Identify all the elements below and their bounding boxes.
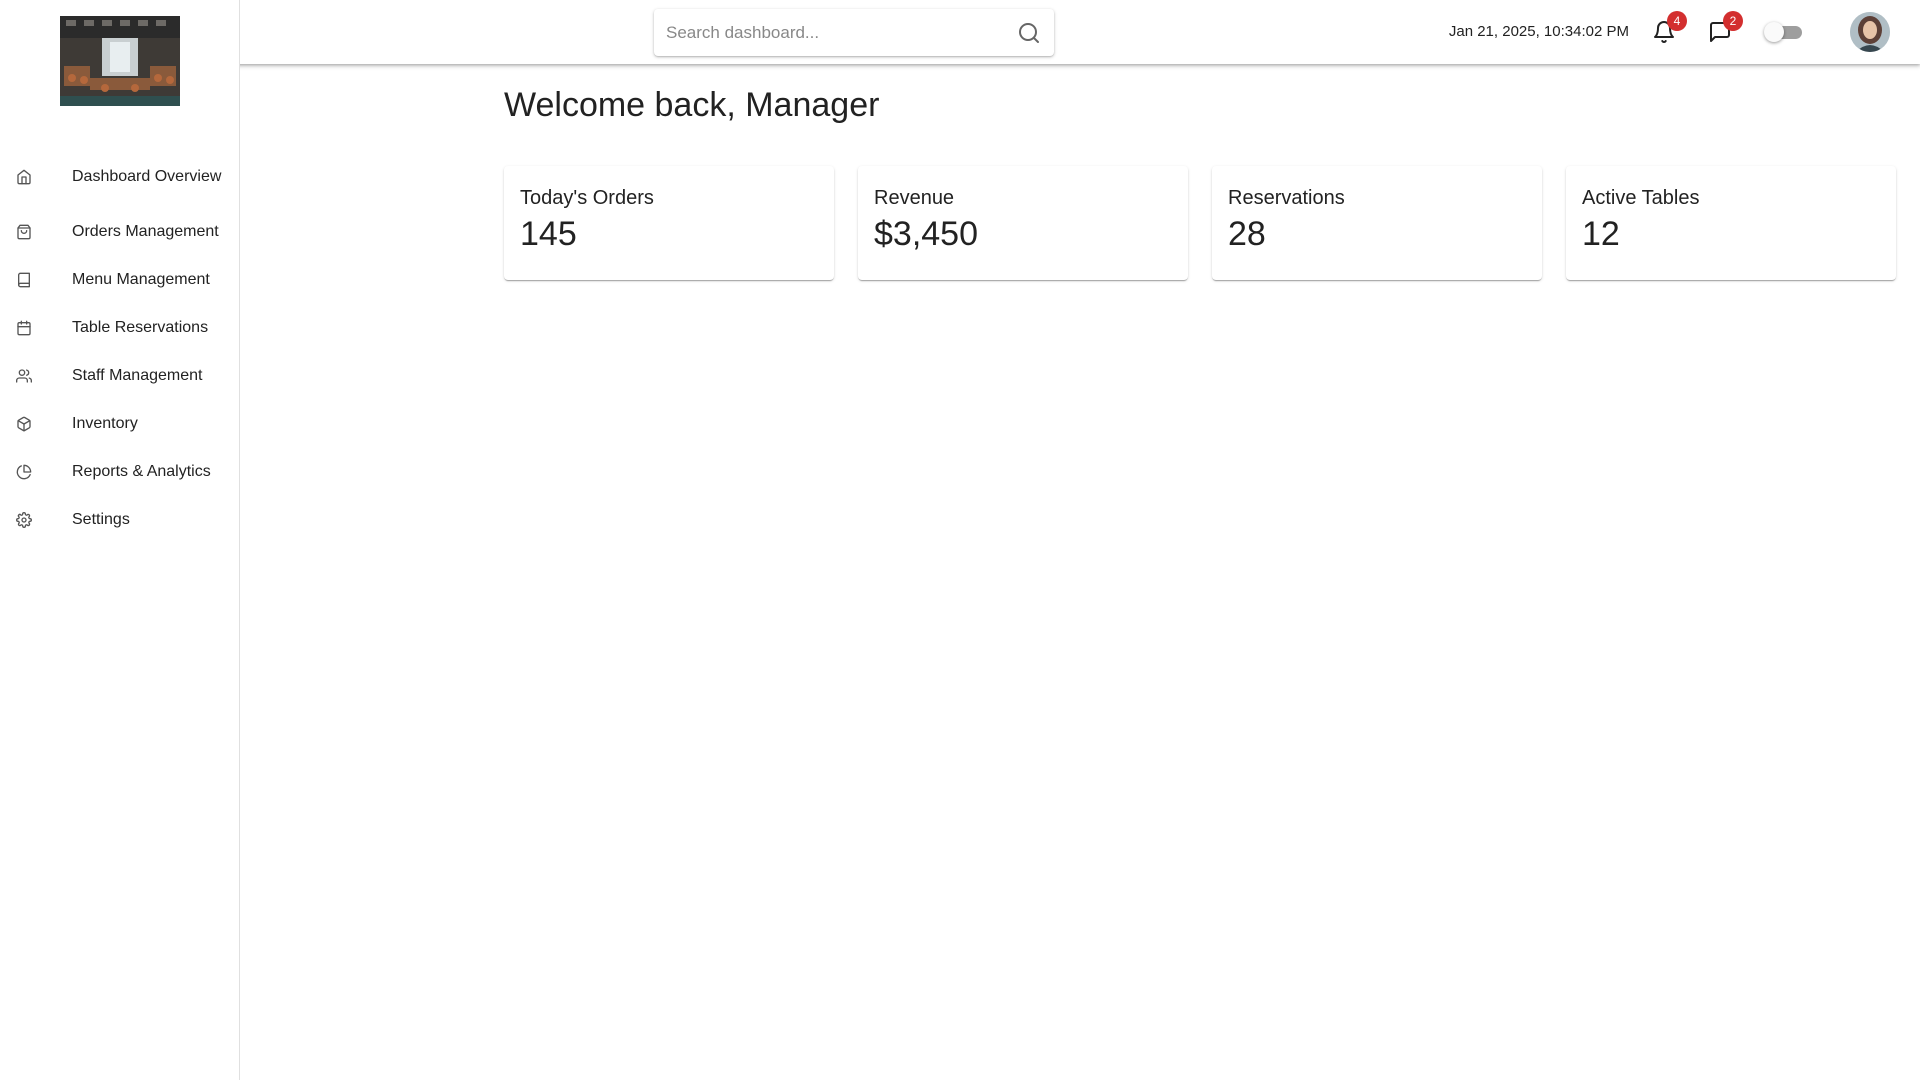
toggle-thumb (1764, 22, 1784, 42)
sidebar-item-reports-analytics[interactable]: Reports & Analytics (0, 448, 240, 496)
sidebar-nav: Dashboard Overview Orders Management Men… (0, 148, 240, 544)
current-datetime: Jan 21, 2025, 10:34:02 PM (1448, 23, 1629, 40)
stat-value: $3,450 (874, 215, 978, 253)
notifications-badge: 4 (1667, 11, 1687, 31)
stat-value: 145 (520, 215, 577, 253)
sidebar-item-label: Table Reservations (72, 319, 209, 336)
stat-value: 12 (1582, 215, 1620, 253)
sidebar: Dashboard Overview Orders Management Men… (0, 0, 240, 1080)
restaurant-photo (60, 16, 180, 106)
stat-card-reservations: Reservations 28 (1212, 166, 1542, 280)
sidebar-item-label: Staff Management (72, 367, 203, 384)
messages-badge: 2 (1723, 11, 1743, 31)
stat-card-revenue: Revenue $3,450 (858, 166, 1188, 280)
stat-label: Active Tables (1582, 187, 1700, 209)
calendar-icon (16, 320, 32, 336)
stat-card-active-tables: Active Tables 12 (1566, 166, 1896, 280)
sidebar-item-table-reservations[interactable]: Table Reservations (0, 304, 240, 352)
sidebar-item-label: Reports & Analytics (72, 463, 211, 480)
stat-card-todays-orders: Today's Orders 145 (504, 166, 834, 280)
search-button[interactable] (1014, 18, 1044, 48)
sidebar-item-label: Settings (72, 511, 130, 528)
stat-label: Today's Orders (520, 187, 654, 209)
app-bar: nt Jan 21, 2025, 10:34:02 PM 4 2 (0, 0, 1920, 64)
search-box (654, 9, 1054, 56)
stat-label: Revenue (874, 187, 955, 209)
sidebar-item-menu-management[interactable]: Menu Management (0, 256, 240, 304)
book-icon (16, 272, 32, 288)
theme-toggle[interactable] (1764, 22, 1804, 42)
pie-chart-icon (16, 464, 32, 480)
sidebar-item-staff-management[interactable]: Staff Management (0, 352, 240, 400)
user-avatar[interactable] (1850, 12, 1890, 52)
restaurant-logo (60, 16, 180, 106)
search-icon (1019, 23, 1039, 43)
package-icon (16, 416, 32, 432)
home-icon (16, 169, 32, 185)
sidebar-item-orders-management[interactable]: Orders Management (0, 208, 240, 256)
notifications-button[interactable]: 4 (1647, 11, 1687, 49)
sidebar-item-dashboard-overview[interactable]: Dashboard Overview (0, 148, 240, 206)
avatar-image (1850, 12, 1890, 52)
sidebar-item-settings[interactable]: Settings (0, 496, 240, 544)
gear-icon (16, 512, 32, 528)
shopping-bag-icon (16, 224, 32, 240)
page-title: Welcome back, Manager (504, 86, 880, 124)
sidebar-item-label: Dashboard Overview (72, 168, 222, 185)
stat-value: 28 (1228, 215, 1266, 253)
sidebar-item-label: Orders Management (72, 223, 219, 240)
stat-label: Reservations (1228, 187, 1345, 209)
sidebar-item-label: Inventory (72, 415, 138, 432)
sidebar-item-label: Menu Management (72, 271, 210, 288)
users-icon (16, 368, 32, 384)
sidebar-item-inventory[interactable]: Inventory (0, 400, 240, 448)
messages-button[interactable]: 2 (1703, 11, 1743, 49)
search-input[interactable] (654, 9, 994, 56)
